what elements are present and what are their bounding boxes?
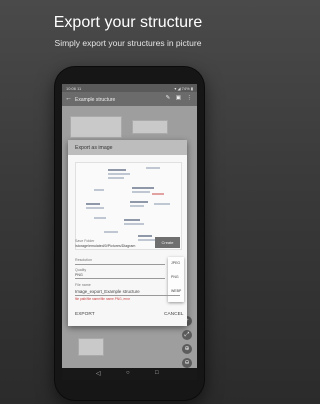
format-option[interactable]: PNG [171,275,179,279]
navigation-bar: ◁ ○ □ [62,368,197,380]
appbar-actions[interactable]: ✎ ▣ ⋮ [166,95,194,101]
nav-back-icon[interactable]: ◁ [96,370,101,377]
preview-line [108,177,124,179]
preview-line [130,201,148,203]
preview-line [124,219,140,221]
cancel-button[interactable]: CANCEL [164,312,183,317]
format-label: Quality [75,268,87,272]
dialog-header: Export as image [68,140,187,155]
nav-recents-icon[interactable]: □ [155,370,159,376]
preview-line [104,231,118,233]
filename-label: File name [75,283,91,287]
dialog-title: Export as image [75,145,113,151]
export-dialog: Export as image Save Folder /storage/emu… [68,140,187,326]
resolution-field-line [75,264,165,265]
filename-input[interactable]: Image_export_Example structure [75,289,140,294]
create-folder-button[interactable]: Create [155,237,180,248]
preview-line [94,217,106,219]
status-time: 10:06 11 [66,85,82,91]
status-icons: ▾ ◢ 74% ▮ [174,85,193,91]
preview-line [94,189,104,191]
format-option[interactable]: JPEG [171,261,180,265]
hero-title: Export your structure [53,14,203,31]
nav-home-icon[interactable]: ○ [126,370,130,376]
preview-line [86,207,104,209]
structure-node [70,116,122,138]
structure-node [132,120,168,134]
save-folder-value[interactable]: /storage/emulated/0/Pictures/Diagram [75,244,153,248]
hero-subtitle: Simply export your structures in picture [54,38,202,48]
format-field-line [75,278,165,279]
preview-line [138,235,152,237]
preview-line [154,203,170,205]
filename-hint: file path/file name/file name.PNG, error [75,297,131,301]
format-select[interactable]: PNG [75,273,83,277]
format-option[interactable]: WEBP [171,289,181,293]
preview-line [146,167,160,169]
save-folder-label: Save Folder [75,239,95,243]
back-arrow-icon[interactable]: ← [65,95,72,102]
preview-line [86,203,100,205]
resolution-label: Resolution [75,258,92,262]
zoom-in-fab[interactable]: ⊕ [182,344,192,354]
export-button[interactable]: EXPORT [75,312,95,317]
preview-line [130,205,144,207]
status-bar: 10:06 11 ▾ ◢ 74% ▮ [62,84,197,92]
zoom-out-fab[interactable]: ⊖ [182,358,192,368]
structure-title: Example structure [75,96,116,103]
preview-line [108,173,130,175]
structure-node [78,338,104,356]
preview-line [108,169,126,171]
preview-line [152,193,164,195]
filename-field-line [75,295,180,296]
app-bar: ← Example structure ✎ ▣ ⋮ [62,92,197,106]
preview-line [132,187,154,189]
expand-fab[interactable]: ⤢ [182,330,192,340]
preview-line [124,223,144,225]
preview-line [132,191,150,193]
preview-line [138,239,156,241]
